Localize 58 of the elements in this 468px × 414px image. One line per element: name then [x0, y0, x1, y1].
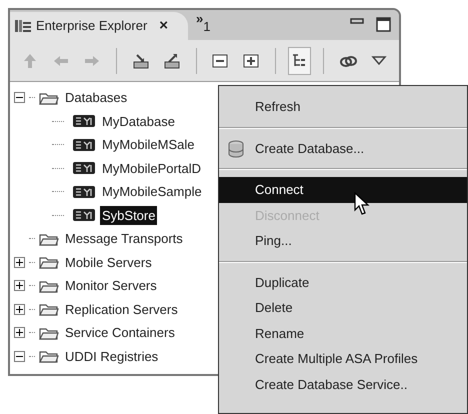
plus-icon — [16, 306, 23, 313]
tree-item[interactable]: MyMobileMSale — [100, 135, 196, 154]
folder-icon — [39, 232, 59, 246]
menu-item[interactable]: Refresh — [219, 94, 467, 120]
menu-item[interactable]: Rename — [219, 320, 467, 346]
tree-item[interactable]: MyMobileSample — [100, 182, 204, 202]
mouse-pointer-icon — [354, 192, 370, 216]
folder-icon — [39, 255, 59, 270]
tree-item[interactable]: MyDatabase — [100, 112, 177, 131]
import-tray-icon — [132, 52, 150, 70]
tree-item[interactable]: Replication Servers — [63, 300, 180, 319]
database-icon — [72, 207, 96, 224]
tree-view-button[interactable] — [288, 46, 312, 74]
explorer-icon — [14, 18, 32, 34]
tree-item[interactable]: UDDI Registries — [63, 346, 160, 366]
tree-item[interactable]: Monitor Servers — [63, 276, 159, 296]
folder-icon — [39, 278, 59, 293]
overflow-chevron[interactable]: » — [196, 12, 204, 25]
close-button[interactable]: × — [159, 14, 168, 38]
database-icon — [72, 136, 96, 153]
expander-toggle[interactable] — [14, 327, 25, 338]
expander-toggle[interactable] — [14, 256, 25, 268]
database-cylinder-icon — [227, 140, 245, 158]
folder-icon — [39, 90, 59, 105]
folder-icon — [39, 326, 59, 340]
menu-item[interactable]: Create Database Service.. — [219, 372, 467, 397]
expander-toggle[interactable] — [14, 350, 25, 362]
tree-item[interactable]: SybStore — [100, 206, 158, 225]
overflow-count: 1 — [203, 20, 211, 33]
tab-title: Enterprise Explorer — [36, 17, 148, 36]
plus-icon — [16, 258, 23, 266]
maximize-icon[interactable] — [376, 17, 391, 32]
plus-icon — [16, 329, 23, 336]
expander-toggle[interactable] — [14, 280, 25, 292]
database-icon — [72, 113, 96, 130]
menu-item[interactable]: Create Database... — [219, 136, 467, 161]
export-tray-icon — [162, 52, 181, 70]
tree-item[interactable]: MyMobilePortalD — [100, 158, 203, 178]
folder-icon — [39, 302, 59, 316]
tree-item[interactable]: Message Transports — [63, 229, 185, 248]
menu-item[interactable]: Duplicate — [219, 270, 467, 295]
tree-item[interactable]: Databases — [63, 88, 130, 108]
menu-item[interactable]: Create Multiple ASA Profiles — [219, 346, 467, 372]
expand-all-icon — [242, 52, 260, 70]
menu-item[interactable]: Delete — [219, 295, 467, 320]
expander-toggle[interactable] — [14, 92, 25, 104]
database-icon — [72, 160, 96, 176]
expander-toggle[interactable] — [14, 304, 25, 315]
tree-item[interactable]: Mobile Servers — [63, 252, 154, 272]
menu-item[interactable]: Connect — [219, 177, 467, 202]
view-tab[interactable]: Enterprise Explorer × — [10, 12, 188, 40]
tree-item[interactable]: Service Containers — [63, 323, 177, 342]
menu-item[interactable]: Ping... — [219, 228, 467, 254]
database-icon — [72, 184, 96, 200]
folder-icon — [39, 349, 59, 364]
collapse-all-icon — [211, 52, 230, 70]
minimize-icon[interactable] — [350, 18, 364, 24]
plus-icon — [16, 282, 23, 290]
